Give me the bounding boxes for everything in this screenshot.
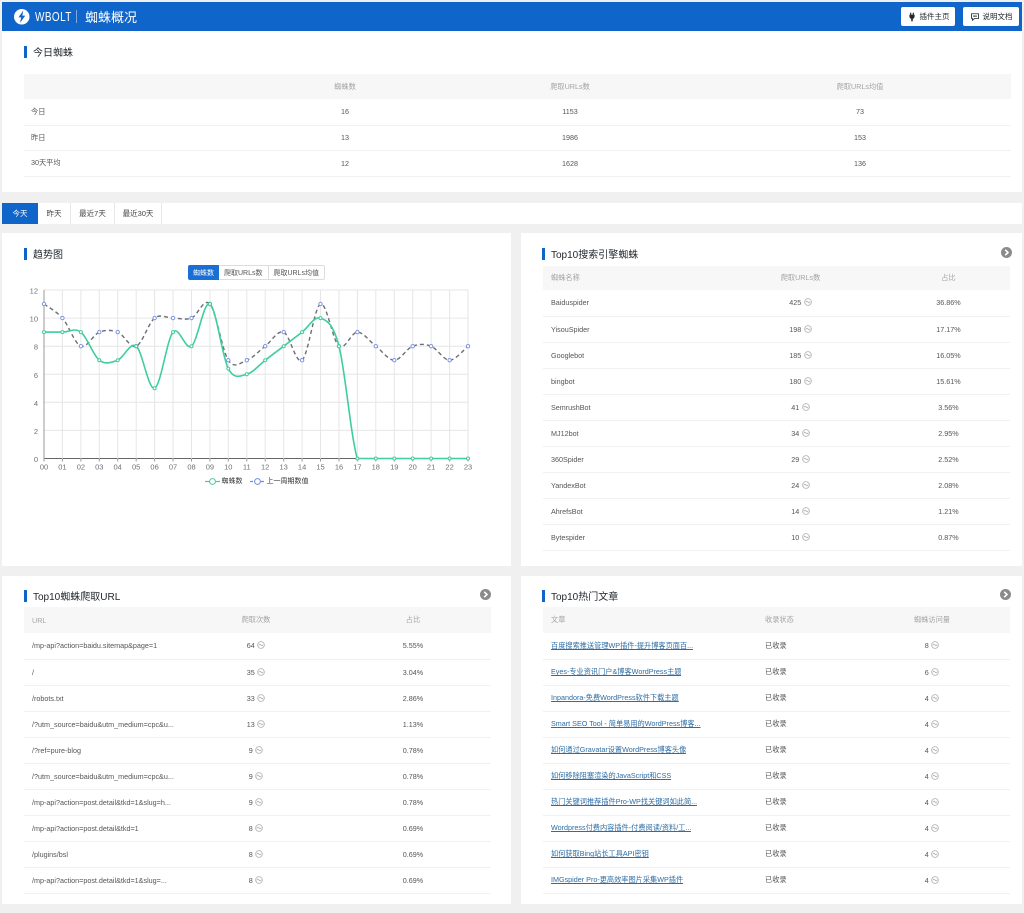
svg-text:04: 04 [114,463,122,472]
svg-text:6: 6 [34,371,38,380]
svg-text:19: 19 [390,463,398,472]
svg-text:07: 07 [169,463,177,472]
svg-text:13: 13 [280,463,288,472]
svg-text:12: 12 [261,463,269,472]
svg-text:22: 22 [445,463,453,472]
svg-text:16: 16 [335,463,343,472]
svg-text:0: 0 [34,455,38,464]
svg-text:02: 02 [77,463,85,472]
svg-text:17: 17 [353,463,361,472]
svg-text:11: 11 [243,463,251,472]
svg-text:15: 15 [316,463,324,472]
svg-text:2: 2 [34,427,38,436]
svg-text:23: 23 [464,463,472,472]
svg-text:03: 03 [95,463,103,472]
svg-text:10: 10 [224,463,232,472]
svg-text:08: 08 [187,463,195,472]
svg-text:00: 00 [40,463,48,472]
svg-text:18: 18 [372,463,380,472]
svg-text:01: 01 [58,463,66,472]
svg-text:4: 4 [34,399,38,408]
svg-text:14: 14 [298,463,306,472]
svg-text:12: 12 [30,287,38,296]
svg-text:09: 09 [206,463,214,472]
svg-text:20: 20 [409,463,417,472]
svg-text:10: 10 [30,315,38,324]
svg-text:21: 21 [427,463,435,472]
svg-text:8: 8 [34,343,38,352]
svg-text:06: 06 [150,463,158,472]
svg-text:05: 05 [132,463,140,472]
